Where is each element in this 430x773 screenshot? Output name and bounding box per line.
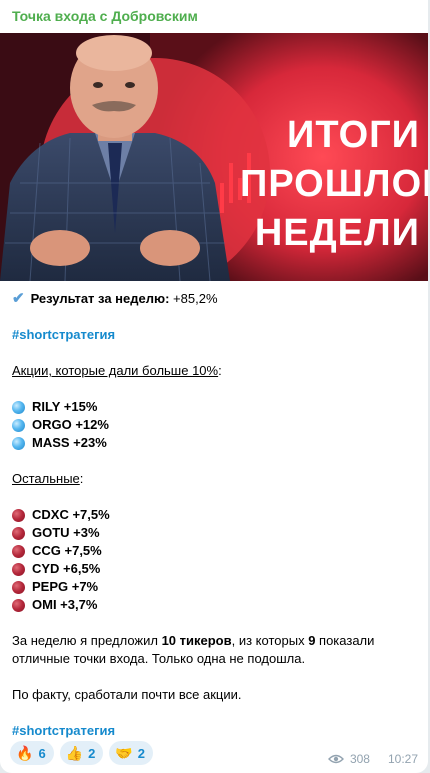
list-item: OMI +3,7%: [12, 596, 97, 614]
check-mark-icon: ✔: [12, 290, 25, 307]
stock-label: CDXC +7,5%: [32, 507, 110, 522]
list-item: PEPG +7%: [12, 578, 98, 596]
list-item: CYD +6,5%: [12, 560, 100, 578]
red-circle-icon: [12, 580, 25, 594]
message-time: 10:27: [387, 752, 418, 766]
list-item: MASS +23%: [12, 434, 107, 452]
blue-circle-icon: [12, 400, 25, 414]
post-cover-image[interactable]: ИТОГИ ПРОШЛОЙ НЕДЕЛИ: [0, 33, 428, 281]
section-rest-heading: Остальные:: [12, 470, 83, 488]
summary-text: показали: [315, 633, 375, 648]
list-item: GOTU +3%: [12, 524, 100, 542]
reactions-bar: 🔥 6 👍 2 🤝 2: [10, 741, 154, 765]
summary-line-2: отличные точки входа. Только одна не под…: [12, 651, 306, 666]
list-item: ORGO +12%: [12, 416, 109, 434]
summary-line-3: По факту, сработали почти все акции.: [12, 687, 242, 702]
hashtag-link[interactable]: #shortстратегия: [12, 326, 115, 344]
cover-title: ИТОГИ ПРОШЛОЙ НЕДЕЛИ: [240, 111, 428, 258]
thumbs-up-icon: 👍: [65, 744, 84, 761]
result-label: Результат за неделю:: [30, 291, 170, 306]
section-rest-label: Остальные: [12, 471, 80, 486]
section-top-label: Акции, которые дали больше 10%: [12, 363, 219, 378]
red-circle-icon: [12, 508, 25, 522]
section-rest-colon: :: [79, 471, 84, 486]
stock-label: ORGO +12%: [32, 417, 109, 432]
reaction-count: 2: [88, 745, 96, 761]
section-top-colon: :: [218, 363, 222, 378]
view-count: 308: [349, 752, 370, 766]
summary-bold-tickers: 10 тикеров: [161, 633, 232, 648]
summary-text: За неделю я предложил: [12, 633, 162, 648]
message-meta: 308 10:27: [327, 752, 418, 766]
stock-label: RILY +15%: [32, 399, 98, 414]
channel-name[interactable]: Точка входа с Добровским: [12, 8, 198, 24]
result-value: +85,2%: [173, 291, 218, 306]
result-line: ✔ Результат за неделю: +85,2%: [12, 290, 218, 308]
stock-label: MASS +23%: [32, 435, 107, 450]
cover-title-line-3: НЕДЕЛИ: [254, 212, 420, 254]
cover-title-line-1: ИТОГИ: [287, 114, 420, 156]
summary-line-1: За неделю я предложил 10 тикеров, из кот…: [12, 632, 374, 650]
list-item: CDXC +7,5%: [12, 506, 110, 524]
reaction-fire[interactable]: 🔥 6: [10, 741, 54, 765]
fire-icon: 🔥: [16, 744, 34, 761]
reaction-thumbs-up[interactable]: 👍 2: [59, 741, 104, 765]
list-item: CCG +7,5%: [12, 542, 102, 560]
handshake-icon: 🤝: [115, 744, 133, 761]
stock-label: GOTU +3%: [32, 525, 100, 540]
stock-label: CYD +6,5%: [32, 561, 101, 576]
eye-icon: [327, 754, 344, 764]
red-circle-icon: [12, 598, 25, 612]
blue-circle-icon: [12, 436, 25, 450]
message-bubble: Точка входа с Добровским ИТОГИ ПРОШЛО НЕ…: [0, 0, 428, 773]
reaction-handshake[interactable]: 🤝 2: [109, 741, 154, 765]
hashtag-link-bottom[interactable]: #shortстратегия: [12, 722, 115, 740]
red-circle-icon: [12, 526, 25, 540]
summary-text: , из которых: [231, 633, 309, 648]
stock-label: OMI +3,7%: [32, 597, 98, 612]
section-top-heading: Акции, которые дали больше 10%:: [12, 362, 222, 380]
reaction-count: 6: [38, 745, 46, 761]
reaction-count: 2: [137, 745, 146, 761]
red-circle-icon: [12, 544, 25, 558]
blue-circle-icon: [12, 418, 25, 432]
red-circle-icon: [12, 562, 25, 576]
list-item: RILY +15%: [12, 398, 97, 416]
cover-title-line-2: ПРОШЛОЙ: [240, 163, 428, 205]
stock-label: CCG +7,5%: [32, 543, 102, 558]
stock-label: PEPG +7%: [32, 579, 99, 594]
